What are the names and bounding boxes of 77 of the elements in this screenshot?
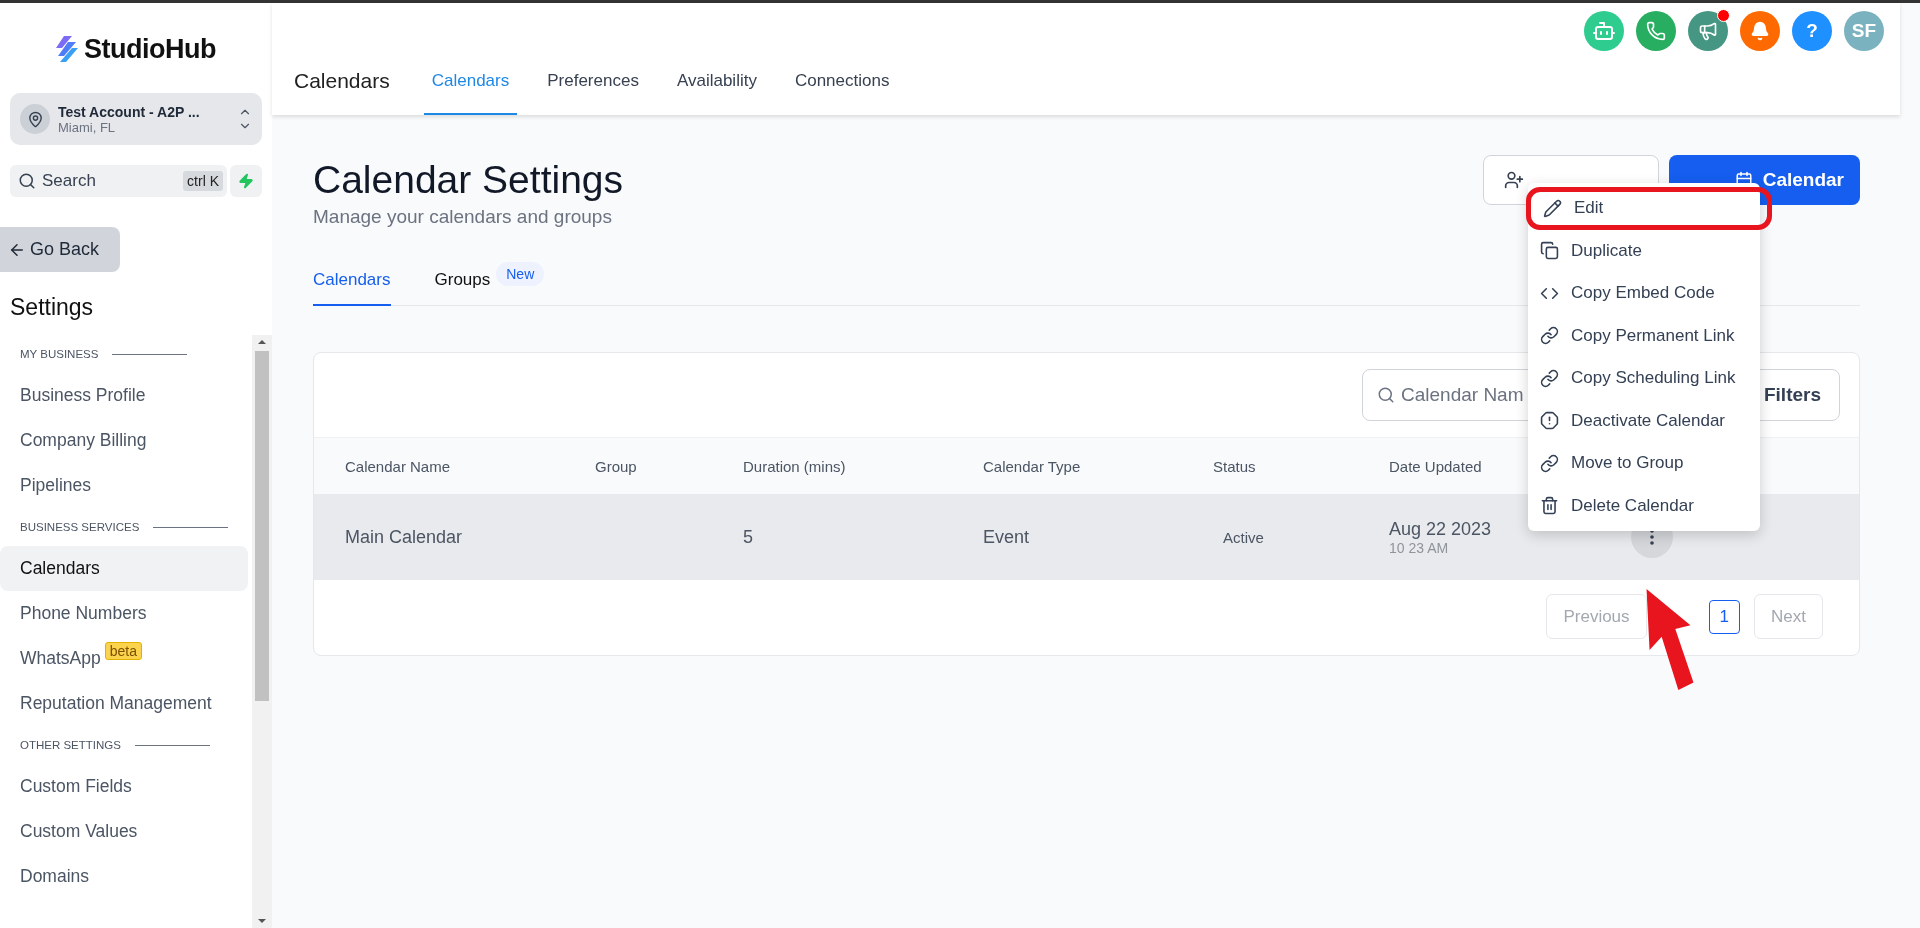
menu-item[interactable]: Delete Calendar <box>1528 484 1760 527</box>
robot-icon <box>1592 19 1616 43</box>
table-cell: Event <box>983 526 1030 548</box>
page-number-button[interactable]: 1 <box>1708 599 1741 634</box>
account-location: Miami, FL <box>58 119 117 135</box>
lightning-icon <box>238 173 254 189</box>
notification-button[interactable] <box>1740 11 1780 51</box>
menu-item[interactable]: Copy Embed Code <box>1528 272 1760 315</box>
quick-action-button[interactable] <box>230 165 262 197</box>
column-header: Status <box>1213 457 1256 475</box>
menu-item[interactable]: Duplicate <box>1528 229 1760 272</box>
menu-item[interactable]: Move to Group <box>1528 442 1760 485</box>
content-tab[interactable]: Calendars <box>313 270 391 306</box>
go-back-button[interactable]: Go Back <box>0 227 120 272</box>
search-icon <box>1377 386 1395 404</box>
location-icon <box>26 110 44 128</box>
scrollbar[interactable] <box>252 335 272 928</box>
more-icon <box>1650 529 1654 545</box>
column-header: Group <box>595 457 637 475</box>
table-cell: Main Calendar <box>345 526 463 548</box>
column-header: Calendar Name <box>345 457 451 475</box>
account-switcher[interactable]: Test Account - A2P ... Miami, FL <box>10 93 262 145</box>
sidebar-item[interactable]: Domains <box>0 854 248 899</box>
date-text: Aug 22 2023 <box>1389 518 1492 540</box>
sidebar-item[interactable]: Company Billing <box>0 418 248 463</box>
status-label: Active <box>1222 528 1264 546</box>
logo-icon <box>56 34 78 64</box>
edit-icon <box>1543 198 1562 218</box>
scroll-down-icon[interactable] <box>258 919 266 923</box>
shortcut-key: ctrl K <box>183 171 223 191</box>
link-icon <box>1540 368 1559 388</box>
sidebar-item[interactable]: WhatsApp beta <box>0 636 248 681</box>
phone-icon <box>1646 21 1666 41</box>
megaphone-button[interactable] <box>1688 11 1728 51</box>
sidebar-item[interactable]: Custom Values <box>0 809 248 854</box>
sidebar-item[interactable]: Calendars <box>0 546 248 591</box>
section-title: Calendars <box>294 69 390 94</box>
nav-tab[interactable]: Availability <box>668 71 765 115</box>
new-badge: New <box>496 262 545 286</box>
user-plus-icon <box>1504 170 1524 190</box>
deactivate-icon <box>1540 411 1559 431</box>
beta-badge: beta <box>104 642 142 660</box>
content-tab[interactable]: Groups <box>434 270 491 306</box>
bot-button[interactable] <box>1584 11 1624 51</box>
settings-title: Settings <box>10 294 95 321</box>
logo-text: StudioHub <box>84 33 216 65</box>
section-heading: MY BUSINESS <box>20 348 99 360</box>
page-title: Calendar Settings <box>313 158 624 202</box>
duplicate-icon <box>1540 241 1559 261</box>
search-field[interactable]: Search ctrl K <box>10 165 227 197</box>
section-heading: BUSINESS SERVICES <box>20 521 140 533</box>
account-name: Test Account - A2P ... <box>58 103 201 120</box>
scroll-up-icon[interactable] <box>258 340 266 344</box>
sidebar-item[interactable]: Reputation Management <box>0 681 248 726</box>
link-icon <box>1540 326 1559 346</box>
sidebar-item[interactable]: Pipelines <box>0 463 248 508</box>
nav-tab[interactable]: Calendars <box>423 71 518 115</box>
delete-icon <box>1540 496 1559 516</box>
search-icon <box>18 172 36 190</box>
menu-item[interactable]: Copy Permanent Link <box>1528 314 1760 357</box>
megaphone-icon <box>1698 21 1718 41</box>
menu-item[interactable]: Edit <box>1526 187 1772 230</box>
nav-tab[interactable]: Preferences <box>539 71 647 115</box>
nav-tab[interactable]: Connections <box>786 71 898 115</box>
column-header: Date Updated <box>1389 457 1482 475</box>
table-cell: 5 <box>743 526 753 548</box>
time-text: 10 23 AM <box>1389 539 1449 556</box>
sidebar-item[interactable]: Custom Fields <box>0 764 248 809</box>
column-header: Calendar Type <box>983 457 1081 475</box>
sidebar-item[interactable]: Business Profile <box>0 373 248 418</box>
phone-button[interactable] <box>1636 11 1676 51</box>
section-heading: OTHER SETTINGS <box>20 739 121 751</box>
column-header: Duration (mins) <box>743 457 846 475</box>
link-icon <box>1540 453 1559 473</box>
page-subtitle: Manage your calendars and groups <box>313 206 613 228</box>
bell-icon <box>1750 21 1770 41</box>
sidebar-item[interactable]: Phone Numbers <box>0 591 248 636</box>
